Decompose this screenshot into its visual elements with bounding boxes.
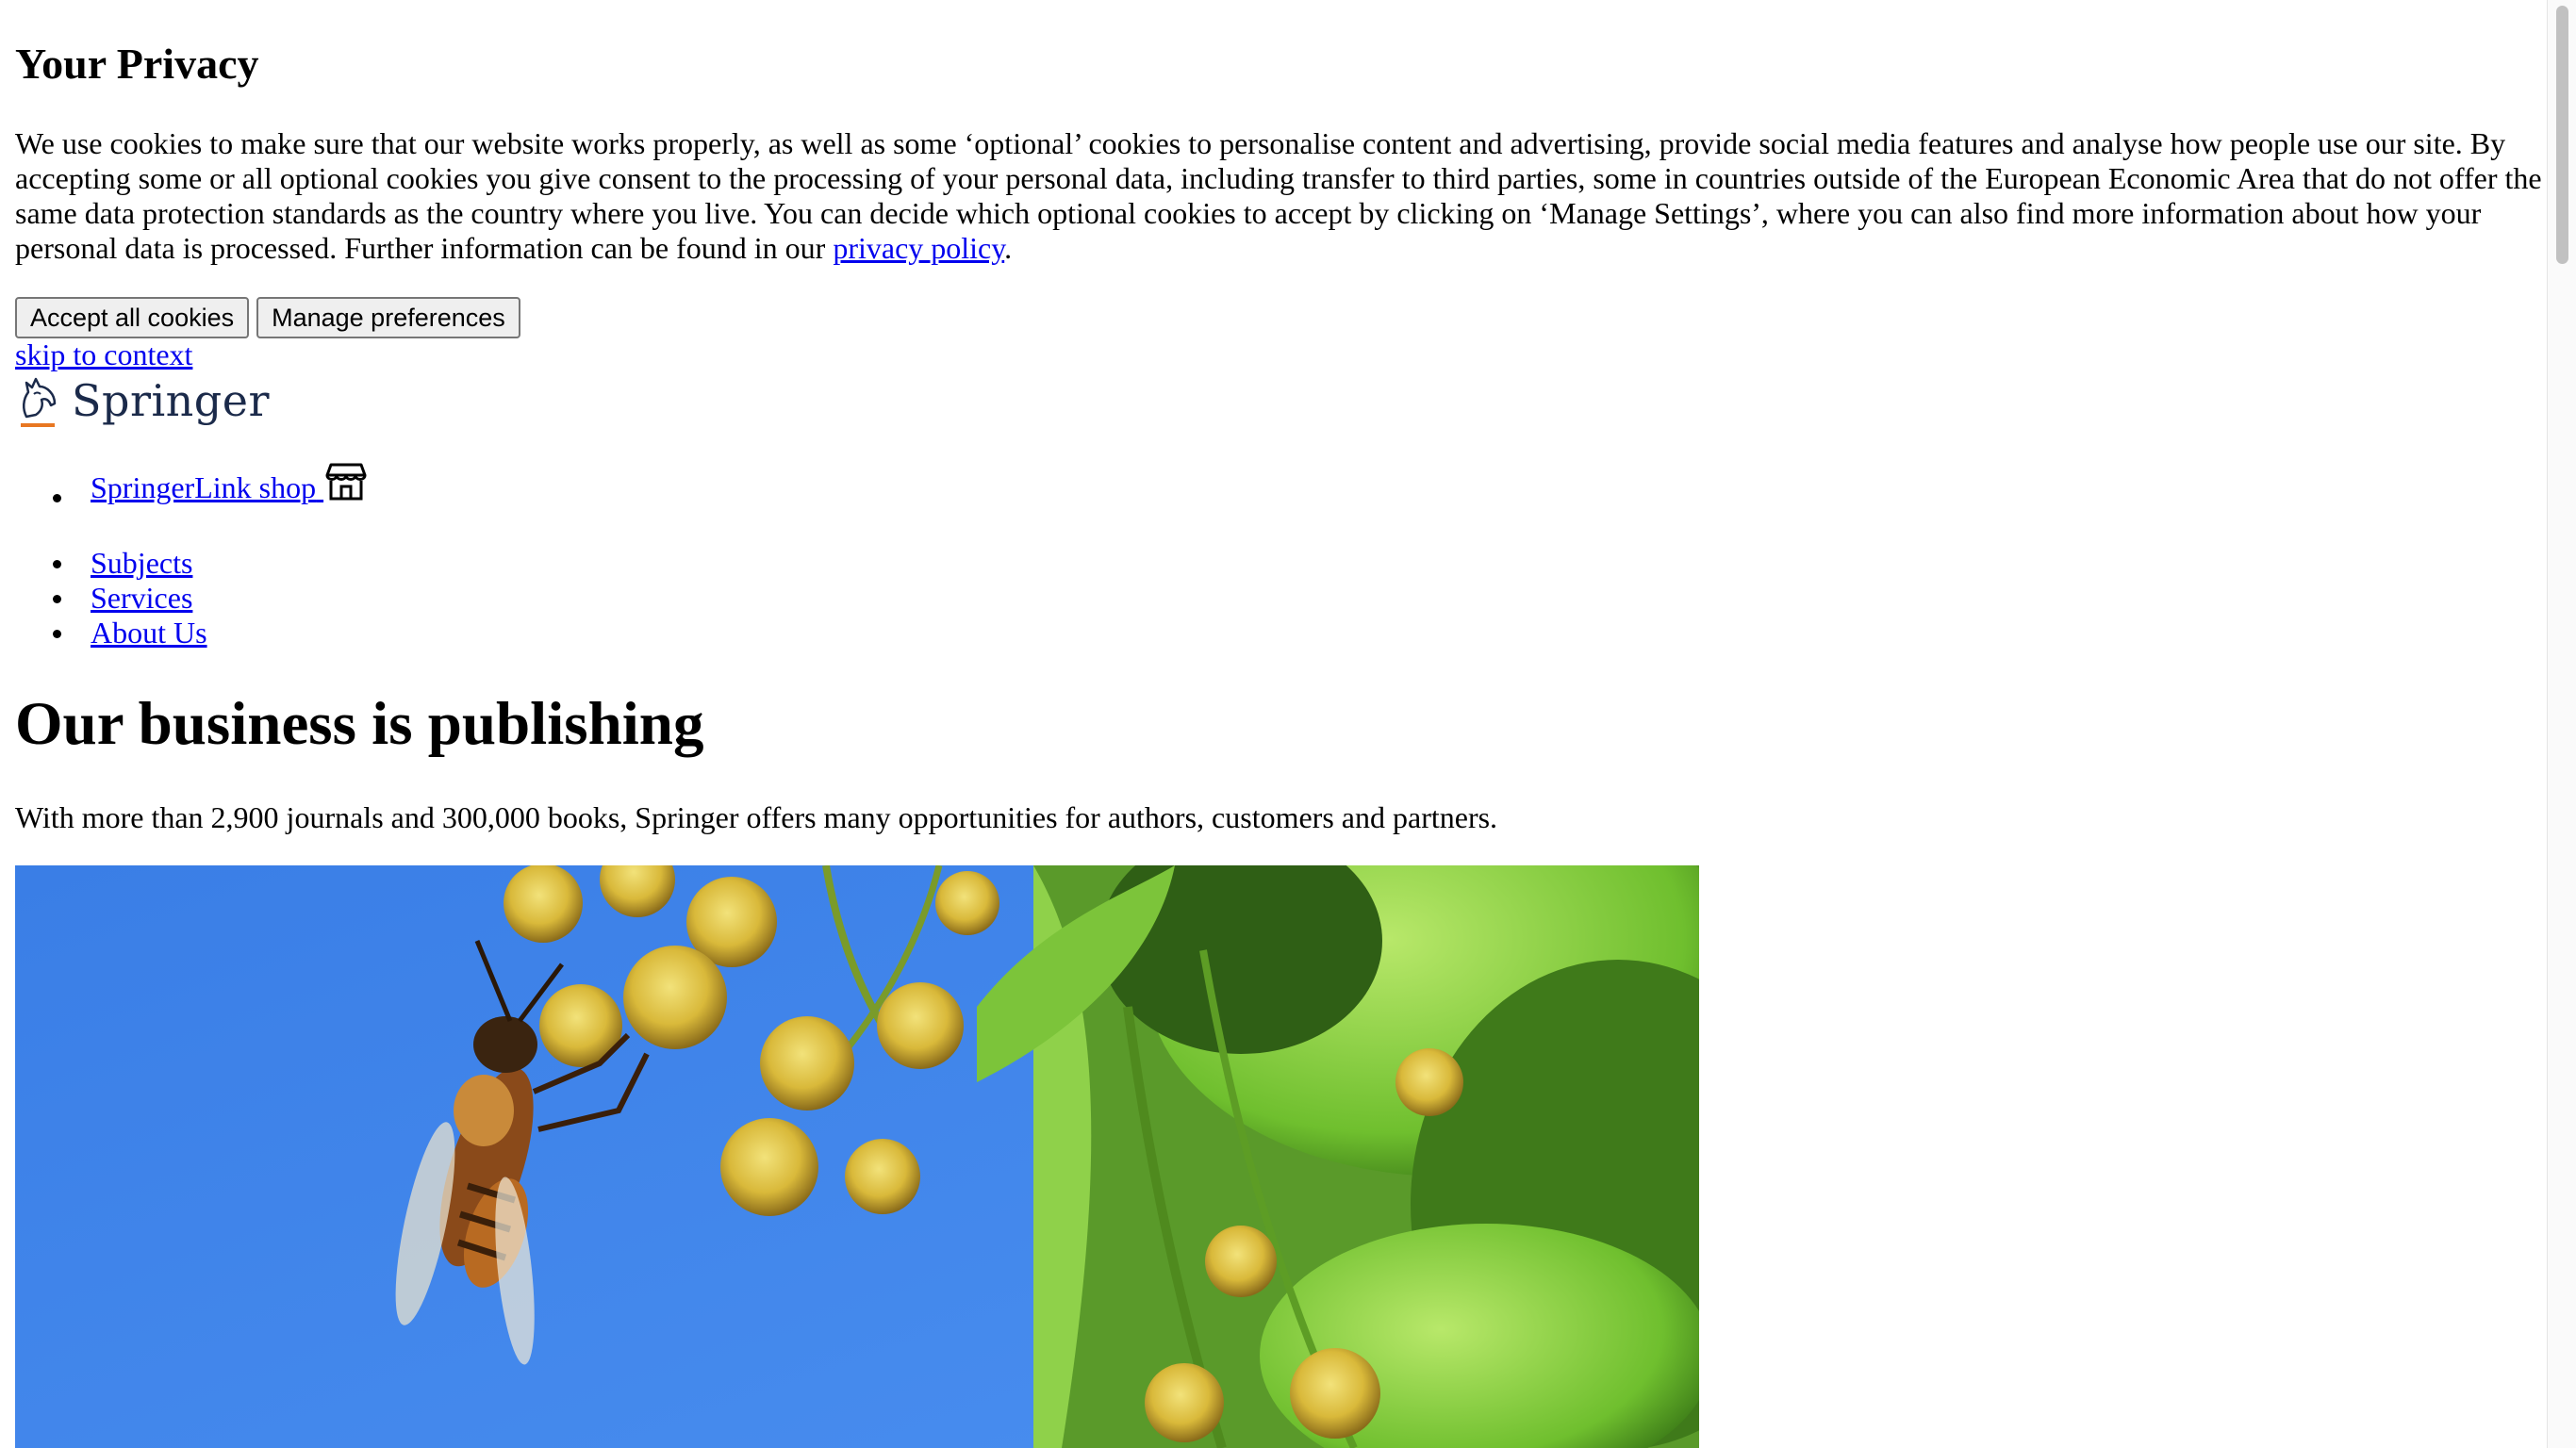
services-link[interactable]: Services (91, 581, 192, 615)
shop-link-label: SpringerLink shop (91, 470, 317, 504)
main-nav: Subjects Services About Us (15, 546, 207, 650)
scrollbar-thumb[interactable] (2556, 6, 2568, 264)
nav-item-about-us: About Us (15, 616, 207, 650)
cookie-banner-title: Your Privacy (15, 40, 259, 88)
cookie-button-row: Accept all cookies Manage preferences (15, 297, 520, 338)
list-item: SpringerLink shop (15, 463, 367, 513)
privacy-policy-link[interactable]: privacy policy (833, 231, 1004, 265)
manage-preferences-button[interactable]: Manage preferences (256, 297, 520, 338)
springer-horse-logo-icon (21, 377, 57, 427)
subjects-link[interactable]: Subjects (91, 546, 192, 580)
cookie-banner-trailing: . (1004, 231, 1013, 265)
skip-to-context-link[interactable]: skip to context (15, 337, 192, 372)
cookie-banner-body: We use cookies to make sure that our web… (15, 126, 2542, 265)
hero-title: Our business is publishing (15, 690, 704, 758)
accept-all-cookies-button[interactable]: Accept all cookies (15, 297, 250, 338)
logo-text: Springer (72, 375, 270, 426)
cookie-banner-text: We use cookies to make sure that our web… (15, 126, 2542, 266)
about-us-link[interactable]: About Us (91, 616, 207, 650)
vertical-scrollbar[interactable] (2547, 0, 2576, 1448)
hero-description: With more than 2,900 journals and 300,00… (15, 800, 1498, 834)
storefront-icon (325, 463, 367, 501)
shop-list: SpringerLink shop (15, 463, 367, 513)
hero-image-bee-on-flowers (15, 865, 1699, 1448)
nav-item-subjects: Subjects (15, 546, 207, 581)
nav-item-services: Services (15, 581, 207, 616)
springerlink-shop-link[interactable]: SpringerLink shop (91, 463, 367, 505)
springer-logo[interactable]: Springer (15, 371, 270, 430)
bee-flowers-illustration (15, 865, 1699, 1448)
